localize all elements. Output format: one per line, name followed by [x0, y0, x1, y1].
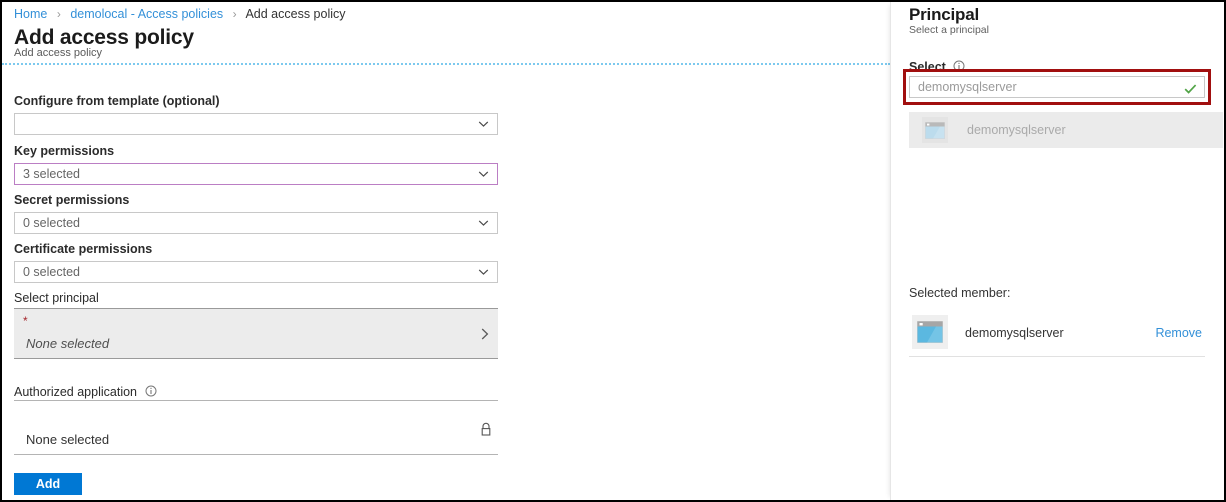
- authorized-application-value: None selected: [26, 432, 110, 447]
- certificate-permissions-value: 0 selected: [23, 265, 80, 279]
- lock-icon: [479, 422, 493, 437]
- authorized-application-divider: [14, 400, 498, 401]
- select-label-row: Select: [909, 60, 965, 74]
- label-configure-from-template: Configure from template (optional): [14, 94, 220, 108]
- configure-from-template-select[interactable]: [14, 113, 498, 135]
- search-result-item[interactable]: demomysqlserver: [909, 112, 1223, 148]
- breadcrumb-item-home[interactable]: Home: [14, 7, 47, 21]
- panel-subtitle: Select a principal: [909, 24, 989, 36]
- chevron-down-icon: [478, 218, 489, 229]
- select-label: Select: [909, 60, 946, 74]
- selected-member-name: demomysqlserver: [965, 326, 1064, 340]
- page-subtitle: Add access policy: [14, 47, 103, 59]
- field-configure-from-template: Configure from template (optional): [14, 94, 498, 135]
- field-select-principal: Select principal * None selected: [14, 291, 498, 359]
- header-divider: [2, 63, 890, 65]
- principal-selector-panel: Principal Select a principal Select demo…: [890, 2, 1224, 500]
- authorized-application-label-row: Authorized application: [14, 383, 498, 401]
- breadcrumb-item-access-policies[interactable]: demolocal - Access policies: [70, 7, 223, 21]
- chevron-down-icon: [478, 119, 489, 130]
- info-icon[interactable]: [145, 384, 157, 397]
- select-principal-picker[interactable]: * None selected: [14, 308, 498, 359]
- add-access-policy-blade: Home › demolocal - Access policies › Add…: [2, 2, 890, 500]
- authorized-application-control: None selected: [14, 418, 498, 455]
- field-key-permissions: Key permissions 3 selected: [14, 144, 498, 185]
- label-secret-permissions: Secret permissions: [14, 193, 130, 207]
- field-authorized-application: Authorized application None selected: [14, 383, 498, 455]
- selected-member-label: Selected member:: [909, 286, 1011, 300]
- azure-portal-screen: Home › demolocal - Access policies › Add…: [0, 0, 1226, 502]
- field-secret-permissions: Secret permissions 0 selected: [14, 193, 498, 234]
- select-principal-value: None selected: [26, 336, 110, 351]
- app-window-icon: [912, 315, 948, 349]
- label-authorized-application: Authorized application: [14, 385, 137, 399]
- certificate-permissions-select[interactable]: 0 selected: [14, 261, 498, 283]
- remove-member-link[interactable]: Remove: [1155, 326, 1202, 340]
- add-button[interactable]: Add: [14, 473, 82, 495]
- breadcrumb-separator-icon: ›: [56, 7, 61, 21]
- secret-permissions-select[interactable]: 0 selected: [14, 212, 498, 234]
- chevron-down-icon: [478, 169, 489, 180]
- principal-search-input[interactable]: demomysqlserver: [909, 76, 1205, 98]
- breadcrumb-separator-icon: ›: [232, 7, 237, 21]
- selected-member-row: demomysqlserver Remove: [909, 314, 1205, 357]
- required-marker: *: [23, 314, 28, 328]
- search-result-name: demomysqlserver: [967, 123, 1066, 137]
- label-certificate-permissions: Certificate permissions: [14, 242, 153, 256]
- principal-search-wrap: demomysqlserver: [903, 69, 1211, 105]
- app-window-icon: [922, 117, 948, 143]
- green-check-icon: [1184, 82, 1197, 94]
- key-permissions-select[interactable]: 3 selected: [14, 163, 498, 185]
- info-icon[interactable]: [953, 60, 965, 72]
- chevron-down-icon: [478, 267, 489, 278]
- chevron-right-icon: [479, 327, 491, 341]
- panel-title: Principal: [909, 5, 980, 24]
- principal-search-value: demomysqlserver: [918, 80, 1017, 94]
- breadcrumb: Home › demolocal - Access policies › Add…: [14, 7, 346, 21]
- breadcrumb-item-current: Add access policy: [245, 7, 346, 21]
- field-certificate-permissions: Certificate permissions 0 selected: [14, 242, 498, 283]
- key-permissions-value: 3 selected: [23, 167, 80, 181]
- secret-permissions-value: 0 selected: [23, 216, 80, 230]
- label-select-principal: Select principal: [14, 291, 99, 305]
- label-key-permissions: Key permissions: [14, 144, 115, 158]
